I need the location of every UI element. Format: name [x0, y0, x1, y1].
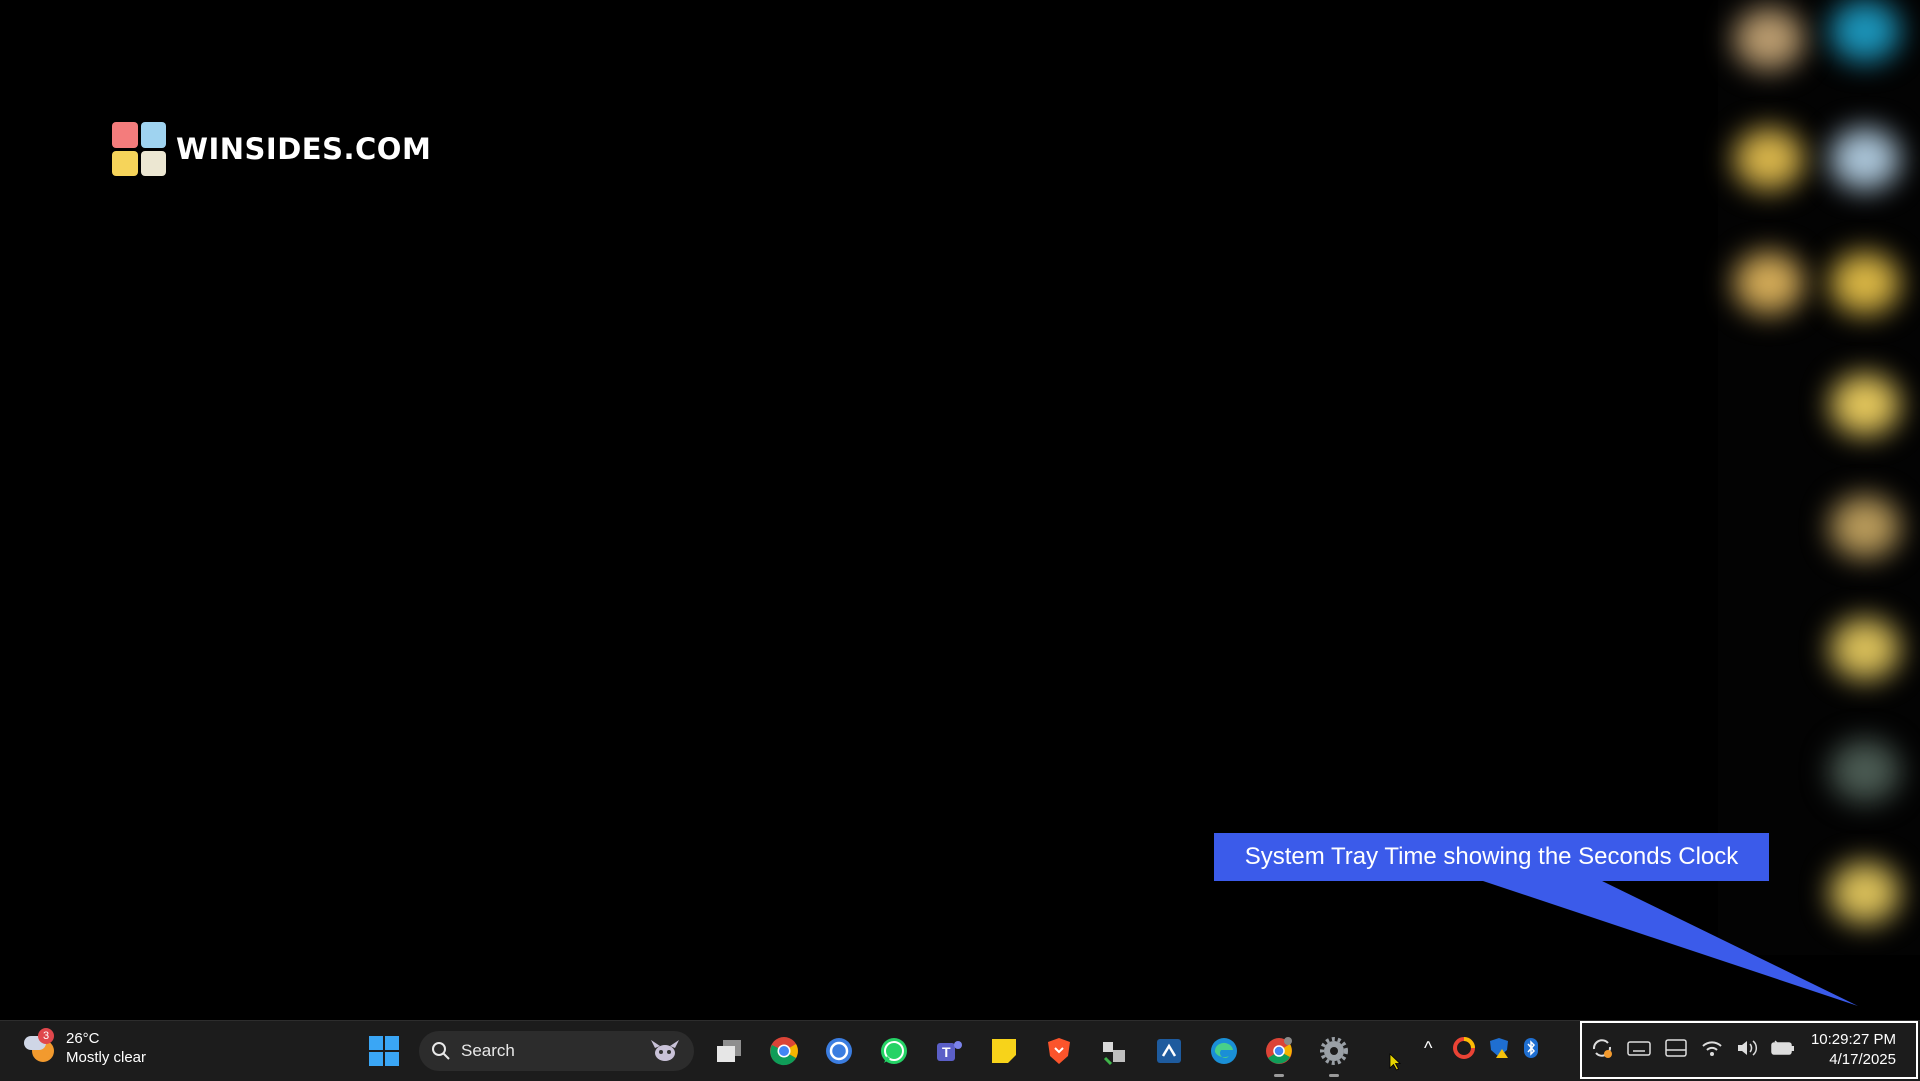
security-warning-icon[interactable]	[1488, 1037, 1510, 1059]
winsides-logo-mark	[112, 122, 166, 176]
taskbar-search[interactable]: Search	[419, 1031, 694, 1071]
sync-status-icon[interactable]	[1590, 1037, 1614, 1059]
taskbar: 3 26°C Mostly clear Search T ^ 10:29:27 …	[0, 1020, 1920, 1081]
callout-label: System Tray Time showing the Seconds Clo…	[1214, 833, 1769, 881]
system-tray-right	[1590, 1037, 1795, 1059]
brave-icon[interactable]	[1039, 1031, 1079, 1071]
weather-widget[interactable]: 3 26°C Mostly clear	[22, 1028, 147, 1067]
search-icon	[432, 1042, 450, 1060]
running-indicator	[1274, 1074, 1284, 1077]
settings-icon[interactable]	[1314, 1031, 1354, 1077]
edge-icon[interactable]	[1204, 1031, 1244, 1071]
winsides-logo: WINSIDES.COM	[112, 122, 431, 176]
clock-date: 4/17/2025	[1829, 1051, 1896, 1068]
google-drive-icon[interactable]	[1453, 1037, 1475, 1059]
chrome-profile-icon[interactable]	[1259, 1031, 1299, 1077]
search-highlight-icon	[651, 1040, 679, 1061]
running-indicator	[1329, 1074, 1339, 1077]
search-placeholder: Search	[461, 1041, 515, 1060]
system-clock[interactable]: 10:29:27 PM 4/17/2025	[1808, 1030, 1896, 1070]
windows-start-icon[interactable]	[364, 1031, 404, 1071]
show-hidden-icons-button[interactable]: ^	[1424, 1038, 1440, 1059]
clock-time: 10:29:27 PM	[1810, 1031, 1896, 1048]
remote-app-icon[interactable]	[1149, 1031, 1189, 1071]
weather-condition: Mostly clear	[66, 1049, 147, 1066]
teams-icon[interactable]: T	[929, 1031, 969, 1071]
svg-text:T: T	[942, 1044, 951, 1060]
keyboard-icon[interactable]	[1627, 1039, 1651, 1057]
task-view-icon[interactable]	[709, 1031, 749, 1071]
weather-temperature: 26°C	[66, 1030, 100, 1047]
chrome-icon[interactable]	[764, 1031, 804, 1071]
weather-icon: 3	[22, 1028, 58, 1066]
weather-badge: 3	[38, 1028, 54, 1044]
mouse-cursor-icon	[1389, 1053, 1401, 1071]
wifi-icon[interactable]	[1701, 1038, 1723, 1058]
network-tool-icon[interactable]	[1094, 1031, 1134, 1071]
bluetooth-icon[interactable]	[1523, 1037, 1539, 1059]
volume-icon[interactable]	[1736, 1038, 1758, 1058]
sync-app-icon[interactable]	[819, 1031, 859, 1071]
system-tray-left: ^	[1424, 1037, 1539, 1059]
sticky-notes-icon[interactable]	[984, 1031, 1024, 1071]
whatsapp-icon[interactable]	[874, 1031, 914, 1071]
winsides-logo-text: WINSIDES.COM	[176, 132, 432, 166]
battery-charging-icon[interactable]	[1771, 1039, 1795, 1057]
taskbar-apps: Search T	[364, 1031, 1354, 1077]
blurred-desktop-icons	[1718, 0, 1920, 955]
touchpad-icon[interactable]	[1664, 1038, 1688, 1058]
